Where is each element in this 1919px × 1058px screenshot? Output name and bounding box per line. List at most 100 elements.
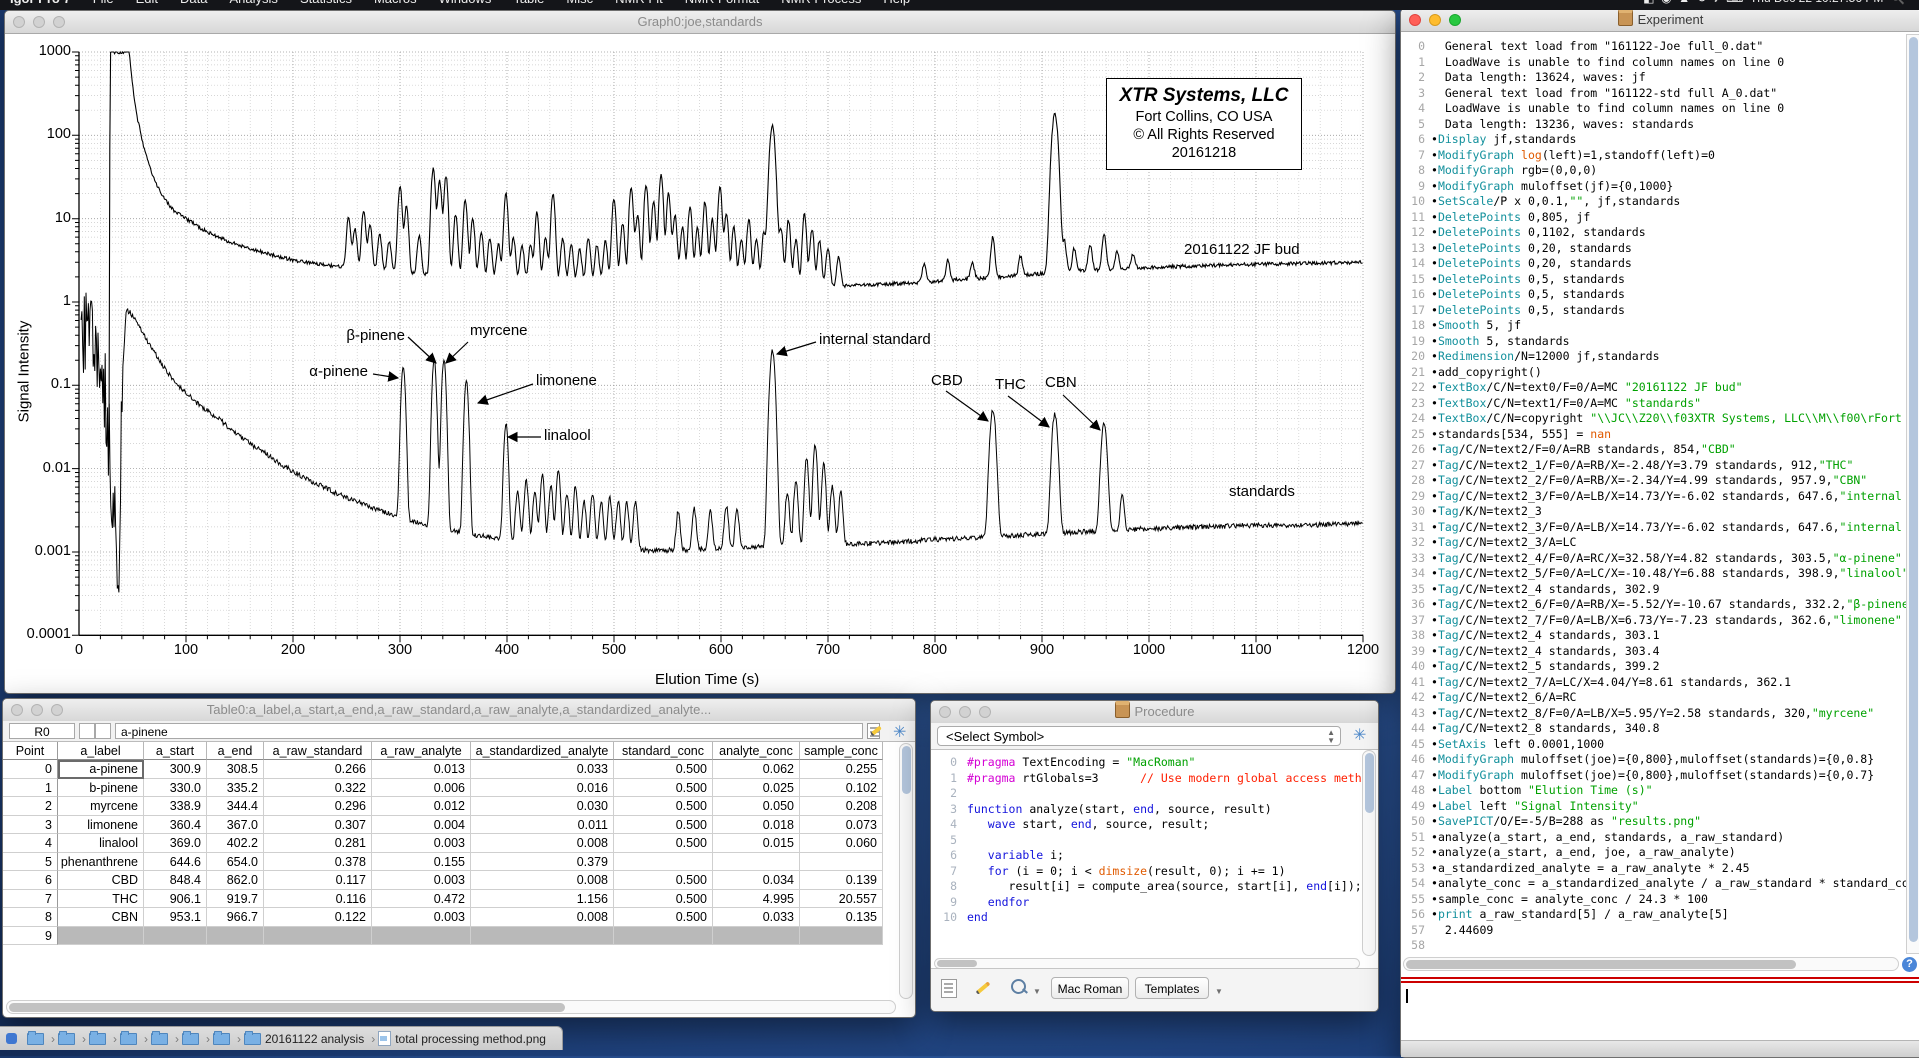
menu-item-help[interactable]: Help	[883, 0, 910, 6]
table-settings-gear-icon[interactable]: ✳	[893, 722, 906, 742]
column-header-a_standardized_analyte[interactable]: a_standardized_analyte	[471, 742, 614, 760]
menu-clock[interactable]: Thu Dec 22 10:27:56 PM	[1750, 0, 1883, 5]
table-cell[interactable]: 0.472	[372, 890, 471, 909]
table-cell[interactable]	[58, 927, 144, 946]
table-cell[interactable]: 367.0	[207, 816, 264, 835]
command-history[interactable]: 0 General text load from "161122-Joe ful…	[1401, 33, 1906, 955]
edit-pencil-icon[interactable]	[975, 979, 993, 997]
table-cell[interactable]: 0.208	[800, 797, 883, 816]
help-icon[interactable]: ?	[1902, 957, 1917, 972]
table-cell[interactable]: 0.003	[372, 908, 471, 927]
table-cell[interactable]: 369.0	[144, 834, 207, 853]
column-header-a_raw_analyte[interactable]: a_raw_analyte	[372, 742, 471, 760]
symbol-select-dropdown[interactable]: <Select Symbol> ▲▼	[937, 726, 1341, 746]
table-cell[interactable]: 0.296	[264, 797, 372, 816]
menu-item-table[interactable]: Table	[513, 0, 544, 6]
table-cell[interactable]: 0.006	[372, 779, 471, 798]
table-cell[interactable]: 966.7	[207, 908, 264, 927]
search-icon[interactable]	[1011, 979, 1029, 997]
table-cell[interactable]: 0.008	[471, 908, 614, 927]
table-cell[interactable]: 4.995	[713, 890, 800, 909]
templates-button[interactable]: Templates	[1135, 977, 1209, 999]
column-header-a_start[interactable]: a_start	[144, 742, 207, 760]
table-cell[interactable]: 0.013	[372, 760, 471, 779]
table-cell[interactable]	[372, 927, 471, 946]
table-cell[interactable]: 0.102	[800, 779, 883, 798]
table-cell[interactable]: 0.003	[372, 834, 471, 853]
procedure-vertical-scrollbar[interactable]	[1362, 750, 1376, 956]
table-cell[interactable]: 0.003	[372, 871, 471, 890]
templates-dropdown-arrow-icon[interactable]: ▼	[1215, 987, 1223, 996]
table-cell[interactable]: 0.004	[372, 816, 471, 835]
status-icons[interactable]: ◧ ◉ ▲ ↻ ♪ ⌨	[1643, 0, 1747, 5]
window-controls[interactable]	[11, 704, 63, 716]
experiment-horizontal-scrollbar[interactable]	[1403, 957, 1899, 971]
table-cell[interactable]: 402.2	[207, 834, 264, 853]
table-cell[interactable]	[713, 927, 800, 946]
table-cell[interactable]	[264, 927, 372, 946]
table-cell[interactable]: 0.281	[264, 834, 372, 853]
edit-note-icon[interactable]	[867, 723, 885, 741]
table-cell[interactable]: 0.307	[264, 816, 372, 835]
menu-item-windows[interactable]: Windows	[439, 0, 492, 6]
code-editor[interactable]: 0#pragma TextEncoding = "MacRoman"1#prag…	[931, 749, 1363, 963]
table-cell[interactable]: 0.060	[800, 834, 883, 853]
table-cell[interactable]: 0.122	[264, 908, 372, 927]
finder-folder-item[interactable]	[151, 1033, 168, 1045]
table-cell[interactable]: 0.322	[264, 779, 372, 798]
table-cell[interactable]: 0.116	[264, 890, 372, 909]
table-cell[interactable]: 0.500	[614, 760, 713, 779]
finder-file-item[interactable]: total processing method.png	[378, 1031, 546, 1046]
menu-item-macros[interactable]: Macros	[374, 0, 417, 6]
table-cell[interactable]	[614, 927, 713, 946]
table-cell[interactable]: THC	[58, 890, 144, 909]
table-cell[interactable]: b-pinene	[58, 779, 144, 798]
menu-item-nmr-format[interactable]: NMR Format	[685, 0, 759, 6]
procedure-titlebar[interactable]: Procedure	[931, 701, 1378, 724]
table-cell[interactable]: 0.117	[264, 871, 372, 890]
zoom-icon[interactable]	[1449, 14, 1461, 26]
column-header-a_label[interactable]: a_label	[58, 742, 144, 760]
table-cell[interactable]: a-pinene	[58, 760, 144, 779]
table-cell[interactable]: 0.500	[614, 797, 713, 816]
table-cell[interactable]: 953.1	[144, 908, 207, 927]
minimize-icon[interactable]	[1429, 14, 1441, 26]
table-cell[interactable]: limonene	[58, 816, 144, 835]
finder-folder-item[interactable]	[27, 1033, 44, 1045]
table-cell[interactable]: 360.4	[144, 816, 207, 835]
table-cell[interactable]: linalool	[58, 834, 144, 853]
finder-folder-item[interactable]	[120, 1033, 137, 1045]
menu-item-nmr-fit[interactable]: NMR Fit	[615, 0, 663, 6]
table-horizontal-scrollbar[interactable]	[6, 1000, 896, 1014]
table-cell[interactable]: 0.500	[614, 816, 713, 835]
menu-item-edit[interactable]: Edit	[136, 0, 158, 6]
zoom-icon[interactable]	[51, 704, 63, 716]
table-cell[interactable]: CBN	[58, 908, 144, 927]
format-box-1[interactable]	[79, 723, 95, 739]
table-cell[interactable]: CBD	[58, 871, 144, 890]
menu-item-file[interactable]: File	[93, 0, 114, 6]
search-dropdown-arrow-icon[interactable]: ▼	[1033, 987, 1041, 996]
table-cell[interactable]: 0.008	[471, 871, 614, 890]
table-cell[interactable]: 0.073	[800, 816, 883, 835]
column-header-a_raw_standard[interactable]: a_raw_standard	[264, 742, 372, 760]
table-cell[interactable]: 0.500	[614, 779, 713, 798]
table-vertical-scrollbar[interactable]	[899, 743, 913, 999]
table-cell[interactable]	[713, 853, 800, 872]
table-cell[interactable]: 0.500	[614, 834, 713, 853]
table-cell[interactable]: 20.557	[800, 890, 883, 909]
menu-item-statistics[interactable]: Statistics	[300, 0, 352, 6]
table-cell[interactable]: 906.1	[144, 890, 207, 909]
close-icon[interactable]	[939, 706, 951, 718]
experiment-titlebar[interactable]: Experiment	[1401, 9, 1919, 32]
table-cell[interactable]: phenanthrene	[58, 853, 144, 872]
close-icon[interactable]	[11, 704, 23, 716]
column-header-analyte_conc[interactable]: analyte_conc	[713, 742, 800, 760]
table-cell[interactable]	[207, 927, 264, 946]
column-header-point[interactable]: Point	[3, 742, 58, 760]
zoom-icon[interactable]	[53, 16, 65, 28]
table-cell[interactable]: 0.135	[800, 908, 883, 927]
menu-item-analysis[interactable]: Analysis	[230, 0, 278, 6]
table-cell[interactable]: 0.050	[713, 797, 800, 816]
table-cell[interactable]: 644.6	[144, 853, 207, 872]
